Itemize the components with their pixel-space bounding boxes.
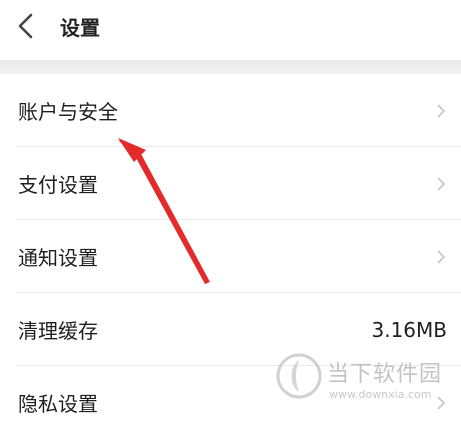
chevron-right-icon (433, 394, 449, 412)
settings-item-account-security[interactable]: 账户与安全 (0, 74, 461, 147)
chevron-right-icon (433, 175, 449, 193)
settings-item-notifications[interactable]: 通知设置 (0, 220, 461, 293)
cache-size-value: 3.16MB (371, 317, 447, 342)
chevron-left-icon (18, 13, 33, 39)
settings-item-label: 通知设置 (18, 246, 98, 270)
settings-item-label: 账户与安全 (18, 100, 118, 124)
settings-item-clear-cache[interactable]: 清理缓存 3.16MB (0, 293, 461, 366)
back-button[interactable] (10, 10, 42, 42)
page-title: 设置 (60, 16, 100, 40)
settings-item-privacy[interactable]: 隐私设置 (0, 366, 461, 439)
settings-item-label: 隐私设置 (18, 392, 98, 416)
section-divider (0, 60, 461, 74)
settings-item-label: 支付设置 (18, 173, 98, 197)
chevron-right-icon (433, 248, 449, 266)
settings-item-label: 清理缓存 (18, 319, 98, 343)
chevron-right-icon (433, 102, 449, 120)
top-bar: 设置 (0, 0, 461, 60)
settings-list: 账户与安全 支付设置 通知设置 清理缓存 3.16MB 隐私设置 (0, 74, 461, 439)
settings-item-payment[interactable]: 支付设置 (0, 147, 461, 220)
